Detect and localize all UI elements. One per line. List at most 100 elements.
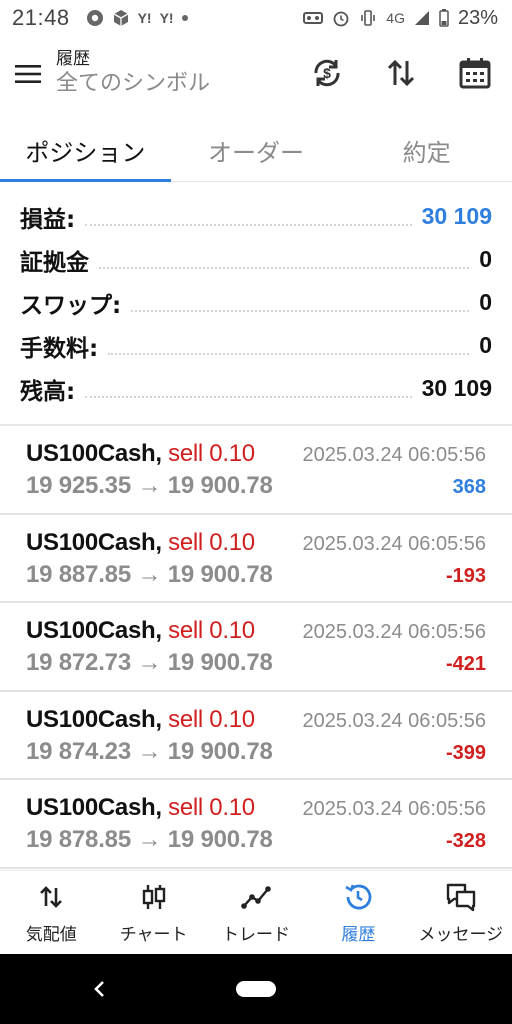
deal-date: 2025.03.24 06:05:56 — [302, 532, 486, 555]
summary-row-margin: 証拠金 0 — [0, 238, 512, 281]
calendar-icon — [459, 58, 491, 89]
status-time: 21:48 — [12, 5, 70, 30]
deal-date: 2025.03.24 06:05:56 — [302, 798, 486, 820]
status-system-icons: 4G 23% — [303, 7, 498, 30]
symbol-filter: 全てのシンボル — [56, 71, 211, 96]
deal-date: 2025.03.24 06:05:56 — [302, 709, 486, 732]
deal-prices: 19 925.35 → 19 900.78 — [26, 472, 273, 499]
deal-profit: -399 — [445, 741, 486, 764]
summary-row-commission: 手数料: 0 — [0, 324, 512, 367]
dotted-leader — [99, 266, 470, 269]
quotes-icon — [34, 880, 68, 914]
dotted-leader — [131, 309, 470, 312]
profit-value: 30 109 — [421, 203, 492, 229]
messages-icon — [444, 880, 478, 914]
deal-profit: 368 — [452, 476, 486, 498]
deal-prices: 19 878.85 → 19 900.78 — [26, 826, 273, 853]
tab-deals[interactable]: 約定 — [341, 120, 512, 181]
currency-sync-button[interactable]: $ — [304, 50, 350, 96]
network-type: 4G — [386, 10, 405, 26]
alarm-icon — [333, 11, 349, 27]
deal-side: sell 0.10 — [168, 440, 255, 467]
currency-sync-icon: $ — [314, 59, 340, 87]
status-bar: 21:48 Y! Y! 4G 23% — [0, 0, 512, 36]
deal-symbol: US100Cash, — [26, 617, 162, 644]
sort-icon — [387, 59, 415, 87]
deal-date: 2025.03.24 06:05:56 — [302, 444, 486, 466]
list-item[interactable]: US100Cash, sell 0.10 2025.03.24 06:05:56… — [0, 426, 512, 515]
summary-row-profit: 損益: 30 109 — [0, 195, 512, 238]
calendar-button[interactable] — [452, 50, 498, 96]
nav-quotes[interactable]: 気配値 — [0, 871, 102, 954]
list-item[interactable]: US100Cash, sell 0.10 2025.03.24 06:05:56… — [0, 692, 512, 780]
deal-symbol: US100Cash, — [26, 440, 162, 467]
history-icon — [341, 880, 375, 914]
system-home-handle[interactable] — [236, 981, 276, 997]
deal-side: sell 0.10 — [168, 705, 255, 733]
sort-button[interactable] — [378, 50, 424, 96]
battery-percent: 23% — [457, 6, 498, 29]
nav-trade-label: トレード — [222, 925, 291, 945]
list-item[interactable]: US100Cash, sell 0.10 2025.03.24 06:05:56… — [0, 780, 512, 869]
deal-profit: -193 — [445, 564, 486, 587]
balance-value: 30 109 — [421, 375, 492, 401]
more-notifications-icon — [181, 15, 188, 21]
balance-label: 残高: — [20, 378, 76, 405]
chrome-icon — [86, 10, 103, 26]
deal-profit: -421 — [445, 653, 486, 675]
yahoo-icon: Y! — [137, 10, 152, 26]
deal-side: sell 0.10 — [168, 794, 255, 821]
data-saver-icon — [303, 12, 324, 24]
deal-prices: 19 872.73 → 19 900.78 — [26, 649, 273, 676]
dotted-leader — [85, 395, 412, 398]
app-header: 履歴 全てのシンボル $ — [0, 40, 512, 108]
deal-symbol-line: US100Cash, sell 0.10 — [26, 706, 255, 734]
dotted-leader — [108, 352, 470, 355]
deal-symbol-line: US100Cash, sell 0.10 — [26, 794, 255, 822]
status-notification-icons: Y! Y! — [86, 9, 188, 27]
margin-label: 証拠金 — [20, 249, 89, 276]
deal-symbol: US100Cash, — [26, 528, 162, 556]
margin-value: 0 — [479, 246, 492, 272]
summary-row-swap: スワップ: 0 — [0, 281, 512, 324]
deal-symbol: US100Cash, — [26, 705, 162, 733]
deal-profit: -328 — [445, 830, 486, 852]
candlestick-icon — [137, 880, 171, 914]
nav-messages[interactable]: メッセージ — [410, 871, 512, 954]
commission-label: 手数料: — [20, 335, 99, 362]
commission-value: 0 — [479, 332, 492, 358]
system-back-button[interactable] — [84, 974, 114, 1004]
nav-chart[interactable]: チャート — [102, 871, 204, 954]
tab-positions[interactable]: ポジション — [0, 120, 171, 182]
nav-trade[interactable]: トレード — [205, 871, 307, 954]
bottom-nav: 気配値 チャート トレード 履歴 メッセージ — [0, 870, 512, 954]
list-item[interactable]: US100Cash, sell 0.10 2025.03.24 06:05:56… — [0, 515, 512, 603]
header-actions: $ — [304, 50, 498, 96]
yahoo-icon-2: Y! — [159, 10, 174, 26]
deal-symbol: US100Cash, — [26, 794, 162, 821]
summary-row-balance: 残高: 30 109 — [0, 367, 512, 410]
vibrate-icon — [361, 10, 376, 26]
hamburger-icon — [15, 65, 41, 83]
nav-history[interactable]: 履歴 — [307, 871, 409, 954]
swap-label: スワップ: — [20, 292, 122, 319]
deal-side: sell 0.10 — [168, 617, 255, 644]
list-item[interactable]: US100Cash, sell 0.10 2025.03.24 06:05:56… — [0, 603, 512, 692]
battery-icon — [439, 9, 449, 27]
deal-date: 2025.03.24 06:05:56 — [302, 621, 486, 643]
page-title: 履歴 — [56, 49, 90, 69]
system-nav-bar — [0, 954, 512, 1024]
deal-prices: 19 887.85 → 19 900.78 — [26, 560, 273, 588]
nav-history-label: 履歴 — [341, 925, 376, 945]
deal-symbol-line: US100Cash, sell 0.10 — [26, 617, 255, 645]
deal-side: sell 0.10 — [168, 528, 255, 556]
tab-orders[interactable]: オーダー — [171, 120, 342, 181]
signal-icon — [414, 11, 429, 25]
deal-symbol-line: US100Cash, sell 0.10 — [26, 440, 255, 468]
summary-panel: 損益: 30 109 証拠金 0 スワップ: 0 手数料: 0 残高: 30 1… — [0, 195, 512, 410]
deal-prices: 19 874.23 → 19 900.78 — [26, 737, 273, 765]
menu-button[interactable] — [0, 46, 56, 102]
swap-value: 0 — [479, 289, 492, 315]
title-block[interactable]: 履歴 全てのシンボル — [56, 49, 210, 99]
history-tabs: ポジション オーダー 約定 — [0, 120, 512, 182]
